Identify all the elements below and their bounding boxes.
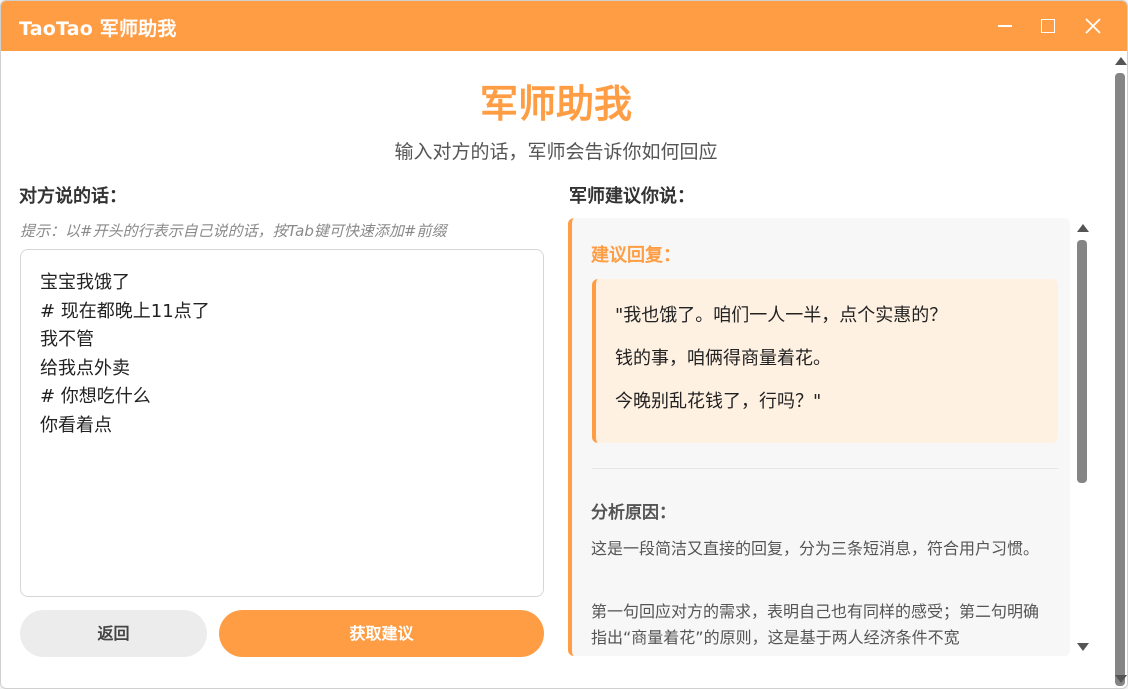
message-input[interactable]: 宝宝我饿了 # 现在都晚上11点了 我不管 给我点外卖 # 你想吃什么 你看着点	[20, 249, 544, 597]
input-line: # 你想吃什么	[40, 386, 151, 407]
back-button[interactable]: 返回	[20, 610, 207, 657]
input-line: 我不管	[40, 329, 94, 350]
suggestion-panel[interactable]: 建议回复： "我也饿了。咱们一人一半，点个实惠的？ 钱的事，咱俩得商量着花。 今…	[568, 218, 1070, 656]
maximize-icon	[1041, 19, 1055, 33]
get-suggestion-button[interactable]: 获取建议	[219, 610, 544, 657]
analysis-paragraph: 第一句回应对方的需求，表明自己也有同样的感受；第二句明确指出“商量着花”的原则，…	[591, 602, 1040, 647]
scrollbar-thumb[interactable]	[1115, 73, 1125, 686]
minimize-icon	[998, 25, 1012, 27]
page-subtitle: 输入对方的话，军师会告诉你如何回应	[394, 141, 718, 163]
input-line: 给我点外卖	[40, 357, 130, 379]
window-title: TaoTao 军师助我	[19, 18, 177, 40]
close-icon	[1085, 18, 1101, 34]
reply-line: 钱的事，咱俩得商量着花。	[615, 348, 831, 369]
scroll-up-arrow-icon[interactable]	[1115, 57, 1127, 65]
title-bar[interactable]: TaoTao 军师助我	[1, 1, 1127, 51]
analysis-title: 分析原因：	[591, 503, 676, 523]
scroll-down-arrow-icon[interactable]	[1115, 675, 1127, 683]
input-line: # 现在都晚上11点了	[40, 300, 210, 322]
minimize-button[interactable]	[985, 9, 1025, 43]
reply-line: "我也饿了。咱们一人一半，点个实惠的？	[615, 305, 948, 326]
window-scrollbar[interactable]	[1111, 51, 1127, 688]
suggested-reply-box: "我也饿了。咱们一人一半，点个实惠的？ 钱的事，咱俩得商量着花。 今晚别乱花钱了…	[592, 279, 1058, 443]
suggestion-section-label: 军师建议你说：	[569, 186, 695, 207]
message-input-content: 宝宝我饿了 # 现在都晚上11点了 我不管 给我点外卖 # 你想吃什么 你看着点	[40, 269, 210, 440]
input-line: 你看着点	[40, 414, 112, 436]
suggestion-scrollbar[interactable]	[1073, 218, 1091, 656]
page-title: 军师助我	[479, 82, 632, 126]
input-line: 宝宝我饿了	[40, 272, 130, 293]
reply-line: 今晚别乱花钱了，行吗？"	[615, 391, 822, 412]
scrollbar-thumb[interactable]	[1077, 240, 1087, 483]
section-divider	[592, 468, 1058, 469]
scroll-up-arrow-icon[interactable]	[1077, 224, 1089, 232]
input-hint: 提示：以#开头的行表示自己说的话，按Tab键可快速添加#前缀	[20, 222, 447, 240]
maximize-button[interactable]	[1028, 9, 1068, 43]
scroll-down-arrow-icon[interactable]	[1077, 643, 1089, 651]
app-window: TaoTao 军师助我 军师助我 输入对方的话，军师会告诉你如何回应 对方说的话…	[0, 0, 1128, 689]
close-button[interactable]	[1073, 9, 1113, 43]
suggestion-title: 建议回复：	[591, 245, 681, 266]
input-section-label: 对方说的话：	[19, 186, 127, 207]
analysis-paragraph: 这是一段简洁又直接的回复，分为三条短消息，符合用户习惯。	[591, 539, 1040, 558]
